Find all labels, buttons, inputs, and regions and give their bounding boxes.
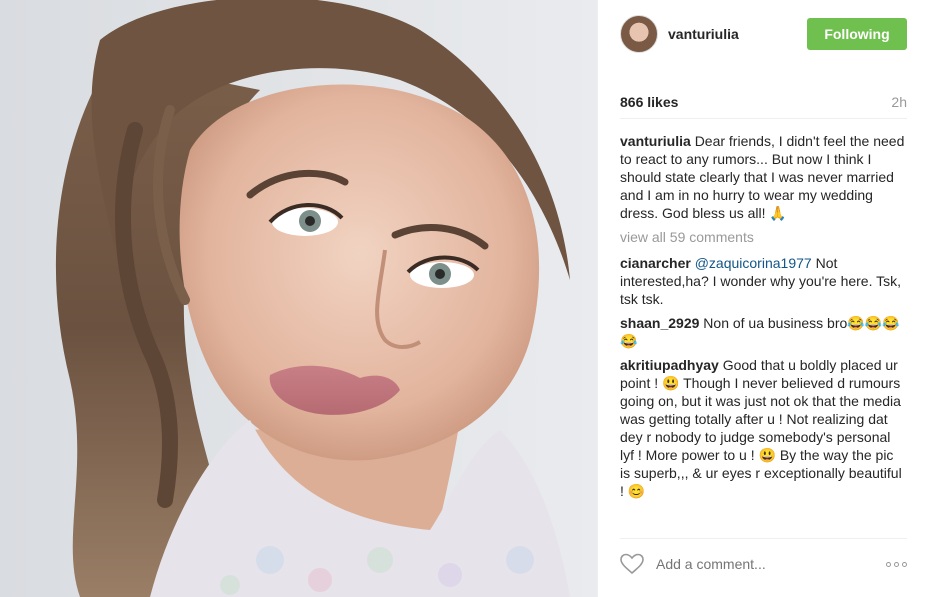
comment-username[interactable]: akritiupadhyay	[620, 357, 719, 373]
dot	[902, 561, 907, 567]
list-item: shaan_2929 Non of ua business bro😂😂😂😂	[620, 314, 906, 350]
avatar[interactable]	[620, 15, 658, 53]
comment-username[interactable]: cianarcher	[620, 255, 691, 271]
following-button[interactable]: Following	[807, 18, 907, 50]
post-header: vanturiulia Following	[598, 0, 931, 68]
add-comment-input[interactable]	[654, 555, 886, 573]
portrait-image	[0, 0, 597, 597]
heart-icon[interactable]	[620, 553, 644, 575]
likes-count[interactable]: 866 likes	[620, 94, 678, 110]
comments-list[interactable]: vanturiulia Dear friends, I didn't feel …	[620, 132, 906, 528]
comment-mention[interactable]: @zaquicorina1977	[695, 255, 812, 271]
more-options-icon[interactable]	[886, 561, 907, 567]
comments-scrollbar[interactable]	[910, 128, 917, 528]
view-all-comments-link[interactable]: view all 59 comments	[620, 228, 906, 246]
dot	[894, 561, 899, 567]
list-item: cianarcher @zaquicorina1977 Not interest…	[620, 254, 906, 308]
divider	[620, 538, 907, 539]
scrollbar-thumb[interactable]	[910, 128, 919, 530]
post-details-panel: vanturiulia Following 866 likes 2h vantu…	[597, 0, 931, 597]
comment-footer	[620, 550, 907, 578]
post-time[interactable]: 2h	[891, 94, 907, 110]
header-username[interactable]: vanturiulia	[668, 26, 807, 42]
caption-username[interactable]: vanturiulia	[620, 133, 691, 149]
caption: vanturiulia Dear friends, I didn't feel …	[620, 132, 906, 222]
divider	[620, 118, 907, 119]
post-modal: vanturiulia Following 866 likes 2h vantu…	[0, 0, 931, 597]
list-item: akritiupadhyay Good that u boldly placed…	[620, 356, 906, 500]
post-meta: 866 likes 2h	[620, 94, 907, 110]
comment-username[interactable]: shaan_2929	[620, 315, 699, 331]
dot	[886, 561, 891, 567]
comment-text: Good that u boldly placed ur point ! 😃 T…	[620, 357, 902, 499]
post-photo[interactable]	[0, 0, 597, 597]
